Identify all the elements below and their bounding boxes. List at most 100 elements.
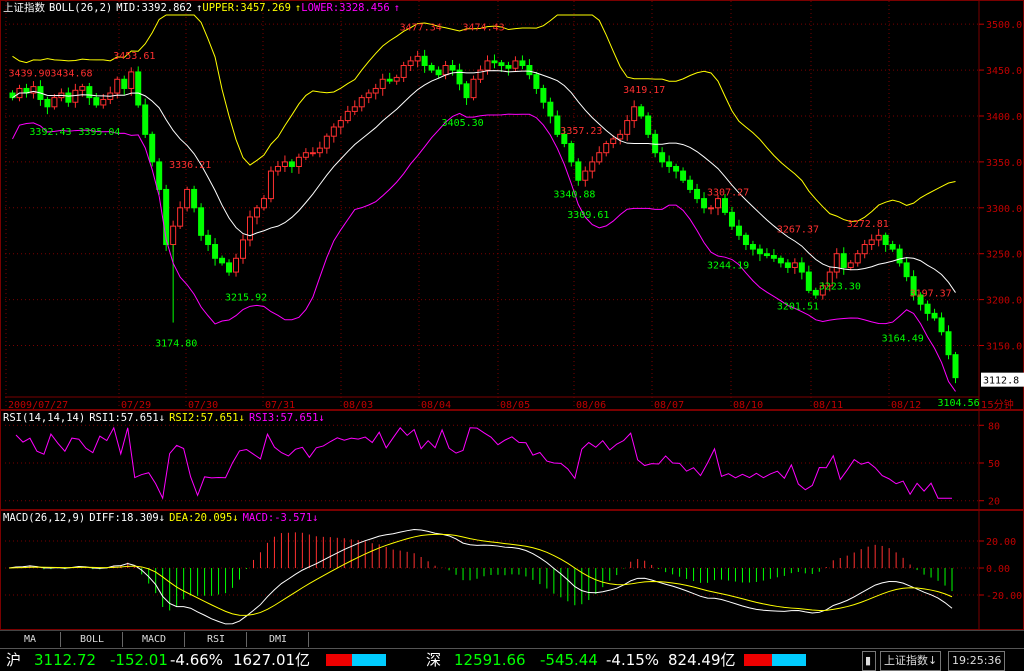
candle-body [687, 179, 694, 190]
candle-body [463, 83, 470, 99]
candle-body [784, 262, 791, 268]
candle-body [484, 60, 491, 71]
price-annotation: 3223.30 [819, 281, 861, 292]
rsi-pane: 80 50 20 RSI(14,14,14) RSI1:57.651↓ RSI2:57.… [0, 410, 1024, 511]
candle-body [442, 64, 449, 76]
ticker-selector[interactable]: 上证指数↓ [880, 651, 942, 671]
candle-body [72, 89, 79, 103]
candle-body [400, 64, 407, 78]
candle-body [652, 133, 659, 154]
macd-header: MACD(26,12,9) DIFF:18.309↓ DEA:20.095↓ MACD… [3, 511, 322, 525]
candle-body [212, 244, 219, 259]
macd-chart[interactable]: 20.00 0.00 -20.00 [1, 511, 1024, 631]
candle-body [701, 198, 708, 209]
candle-body [156, 161, 163, 190]
candle-body [135, 71, 142, 106]
sz-index: 12591.66 [454, 651, 526, 669]
alert-icon[interactable]: ▮ [862, 651, 876, 671]
current-value-label: 3112.8 [983, 376, 1019, 387]
rsi-chart[interactable]: 80 50 20 [1, 411, 1024, 511]
rsi3-value: RSI3:57.651 [248, 412, 319, 424]
candle-body [267, 170, 274, 200]
boll-mid: MID:3392.862 [116, 2, 193, 14]
candle-body [449, 64, 456, 71]
candle-body [191, 188, 198, 209]
tab-ma[interactable]: MA [0, 632, 61, 647]
dea-line [8, 533, 953, 616]
price-annotation: 3309.61 [567, 210, 609, 221]
price-annotation: 3197.37 [910, 289, 952, 300]
candle-body [659, 152, 666, 163]
candle-body [673, 165, 680, 172]
candle-body [240, 239, 247, 259]
down-arrow-icon: ↓ [238, 412, 245, 424]
tab-macd[interactable]: MACD [124, 632, 185, 647]
tab-dmi[interactable]: DMI [248, 632, 309, 647]
candle-body [805, 271, 812, 291]
candle-body [694, 188, 701, 200]
price-annotation: 3392.43 [29, 127, 71, 138]
market-status-bar: 沪 3112.72 -152.01 -4.66% 1627.01亿 深 1259… [0, 648, 1024, 671]
price-annotation: 3419.17 [623, 85, 665, 96]
candle-body [163, 188, 170, 246]
candle-body [952, 354, 959, 379]
y-tick-label: 50 [988, 459, 1000, 470]
macd-pane: 20.00 0.00 -20.00 MACD(26,12,9) DIFF:18.309… [0, 510, 1024, 631]
rsi1-value: RSI1:57.651 [89, 412, 159, 424]
price-annotation: 3477.34 [400, 22, 442, 33]
tab-rsi[interactable]: RSI [186, 632, 247, 647]
sh-advance-bar [326, 654, 352, 666]
candle-body [330, 126, 337, 137]
candle-body [903, 262, 910, 278]
price-annotation: 3434.68 [50, 68, 92, 79]
sh-decline-bar [352, 654, 386, 666]
rsi2-value: RSI2:57.651 [169, 412, 239, 424]
boll-upper-line [12, 14, 956, 222]
price-chart[interactable]: 3500.0 3450.0 3400.0 3350.0 3300.0 3250.0 3200… [1, 1, 1024, 411]
y-tick-label: 3400.0 [986, 112, 1022, 123]
candle-body [756, 248, 763, 255]
sz-label: 深 [426, 651, 442, 669]
candle-body [680, 170, 687, 181]
candle-body [519, 60, 526, 66]
candle-body [596, 152, 603, 163]
price-header: 上证指数 BOLL(26,2) MID:3392.862 ↑ UPPER:3457.26… [3, 1, 404, 15]
candle-body [351, 106, 358, 112]
candle-body [219, 257, 226, 264]
boll-mid-line [12, 70, 956, 293]
candle-body [631, 106, 638, 122]
dea-value: DEA:20.095 [169, 512, 233, 524]
price-annotation: 3405.30 [442, 118, 484, 129]
macd-value: MACD:-3.571 [242, 512, 313, 524]
candle-body [540, 87, 547, 103]
down-arrow-icon: ↓ [312, 512, 319, 524]
candle-body [114, 78, 121, 94]
candle-body [233, 257, 240, 273]
candle-body [260, 198, 267, 209]
y-tick-label: 20.00 [986, 537, 1016, 548]
candle-body [491, 60, 498, 64]
candle-body [728, 211, 735, 227]
candle-body [128, 71, 135, 89]
candle-body [184, 188, 191, 209]
candle-body [749, 244, 756, 250]
price-annotation: 3174.80 [155, 338, 197, 349]
down-arrow-icon: ↓ [158, 412, 166, 424]
sh-index: 3112.72 [34, 651, 97, 669]
price-pane: 3500.0 3450.0 3400.0 3350.0 3300.0 3250.0 3200… [0, 0, 1024, 411]
candle-body [833, 253, 840, 273]
sh-change: -152.01 [110, 651, 168, 669]
tab-boll[interactable]: BOLL [62, 632, 123, 647]
sh-amount: 1627.01亿 [233, 651, 311, 669]
price-annotation: 3267.37 [777, 224, 819, 235]
candle-body [65, 92, 72, 103]
y-tick-label: 80 [988, 421, 1000, 432]
candle-body [721, 198, 728, 213]
candle-body [414, 55, 421, 62]
boll-lower: LOWER:3328.456 [301, 2, 390, 14]
price-annotation: 3340.88 [553, 190, 595, 201]
candle-body [735, 225, 742, 236]
candle-body [281, 161, 288, 167]
candle-body [896, 248, 903, 264]
candle-body [379, 78, 386, 89]
